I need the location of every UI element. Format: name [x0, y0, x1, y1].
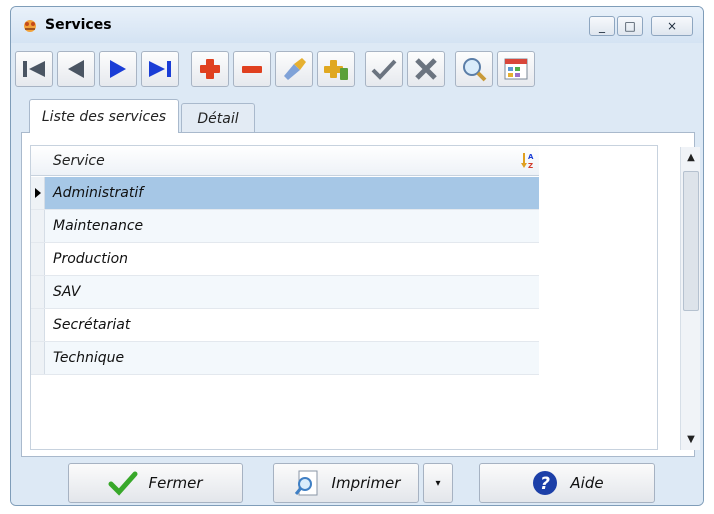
add-record-button[interactable]	[191, 51, 229, 87]
close-window-button[interactable]: ×	[651, 16, 693, 36]
skip-first-icon	[23, 61, 45, 77]
duplicate-record-button[interactable]	[317, 51, 355, 87]
table-options-button[interactable]	[497, 51, 535, 87]
scroll-down-arrow-icon[interactable]: ▼	[683, 431, 699, 447]
plus-icon	[200, 59, 220, 79]
table-row-maintenance[interactable]: Maintenance	[31, 210, 539, 243]
row-indicator	[31, 243, 45, 275]
row-label: Secrétariat	[53, 317, 131, 333]
minimize-button[interactable]: _	[589, 16, 615, 36]
vertical-scrollbar[interactable]: ▲ ▼	[680, 147, 700, 450]
svg-text:Z: Z	[528, 162, 533, 170]
table-icon	[504, 58, 528, 80]
services-window: Services _ □ × Liste des services Détail…	[10, 6, 704, 506]
row-indicator	[31, 309, 45, 341]
last-record-button[interactable]	[141, 51, 179, 87]
close-button[interactable]: Fermer	[68, 463, 243, 503]
row-label: Production	[53, 251, 129, 267]
services-panel: Service A Z Administratif Maintenance Pr…	[21, 132, 700, 457]
svg-text:?: ?	[540, 474, 550, 494]
first-record-button[interactable]	[15, 51, 53, 87]
row-label: Administratif	[53, 185, 144, 201]
chevron-down-icon: ▾	[435, 477, 441, 489]
tab-detail[interactable]: Détail	[181, 103, 255, 133]
footer-bar: Fermer Imprimer ▾ ? Aide	[11, 459, 703, 505]
app-icon	[24, 20, 36, 32]
print-preview-icon	[294, 470, 318, 496]
row-label: Technique	[53, 350, 125, 366]
minus-icon	[242, 66, 262, 73]
column-header-service[interactable]: Service A Z	[31, 146, 539, 176]
check-icon	[371, 59, 397, 80]
previous-record-button[interactable]	[57, 51, 95, 87]
minimize-icon: _	[599, 19, 605, 33]
tab-liste-des-services[interactable]: Liste des services	[29, 99, 179, 133]
row-indicator	[31, 177, 45, 209]
skip-last-icon	[149, 61, 171, 77]
close-icon: ×	[666, 19, 678, 33]
window-title: Services	[45, 17, 112, 33]
check-icon	[108, 471, 138, 496]
edit-record-button[interactable]	[275, 51, 313, 87]
tab-label: Liste des services	[41, 108, 167, 125]
column-header-label: Service	[53, 153, 105, 169]
next-record-button[interactable]	[99, 51, 137, 87]
maximize-icon: □	[624, 19, 636, 33]
print-button-label: Imprimer	[331, 474, 401, 492]
toolbar	[15, 47, 703, 91]
row-label: SAV	[53, 284, 81, 300]
title-bar: Services _ □ ×	[11, 7, 703, 43]
help-button[interactable]: ? Aide	[479, 463, 655, 503]
scroll-up-arrow-icon[interactable]: ▲	[683, 149, 699, 165]
help-icon: ?	[533, 471, 558, 495]
close-button-label: Fermer	[148, 474, 203, 492]
row-indicator	[31, 210, 45, 242]
validate-button[interactable]	[365, 51, 403, 87]
table-row-technique[interactable]: Technique	[31, 342, 539, 375]
table-row-sav[interactable]: SAV	[31, 276, 539, 309]
table-row-secretariat[interactable]: Secrétariat	[31, 309, 539, 342]
brush-icon	[284, 58, 306, 80]
maximize-button[interactable]: □	[617, 16, 643, 36]
services-grid: Service A Z Administratif Maintenance Pr…	[30, 145, 658, 450]
svg-text:A: A	[528, 153, 534, 161]
tab-label: Détail	[197, 110, 239, 127]
table-row-production[interactable]: Production	[31, 243, 539, 276]
cross-icon	[415, 58, 437, 80]
scroll-thumb[interactable]	[683, 171, 699, 311]
delete-record-button[interactable]	[233, 51, 271, 87]
magnifier-icon	[463, 58, 487, 82]
search-button[interactable]	[455, 51, 493, 87]
table-row-administratif[interactable]: Administratif	[31, 177, 539, 210]
row-label: Maintenance	[53, 218, 144, 234]
print-button[interactable]: Imprimer	[273, 463, 419, 503]
row-indicator	[31, 342, 45, 374]
copy-plus-icon	[324, 60, 348, 80]
cancel-button[interactable]	[407, 51, 445, 87]
previous-icon	[68, 60, 84, 78]
row-indicator	[31, 276, 45, 308]
sort-az-icon[interactable]: A Z	[521, 151, 535, 171]
current-row-caret-icon	[35, 188, 41, 198]
next-icon	[110, 60, 126, 78]
help-button-label: Aide	[570, 474, 604, 492]
print-options-dropdown[interactable]: ▾	[423, 463, 453, 503]
